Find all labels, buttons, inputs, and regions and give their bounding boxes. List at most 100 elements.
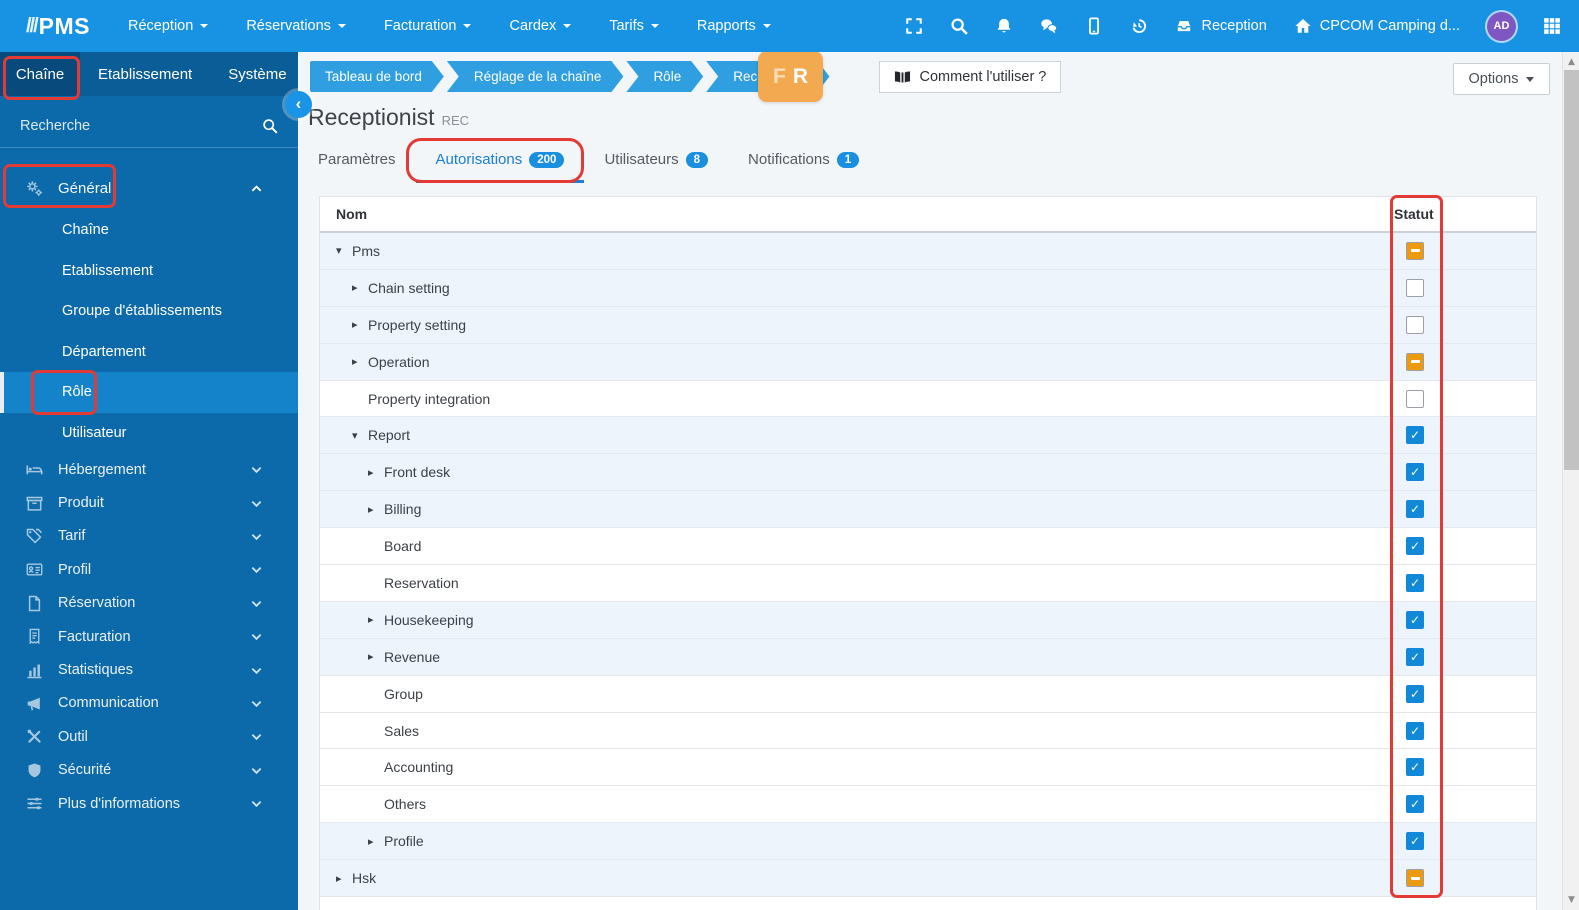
status-checkbox-checked[interactable] — [1406, 500, 1424, 519]
caret-down-icon[interactable]: ▾ — [352, 429, 368, 442]
status-checkbox-indeterminate[interactable] — [1406, 869, 1424, 888]
nav-menu-rapports[interactable]: Rapports — [697, 18, 771, 34]
caret-right-icon[interactable]: ▸ — [368, 835, 384, 848]
breadcrumb-item-3[interactable]: Rôle — [626, 61, 703, 92]
nav-menu-tarifs[interactable]: Tarifs — [609, 18, 659, 34]
permission-row-billing[interactable]: ▸ Billing — [320, 491, 1536, 529]
permission-row-group[interactable]: Group — [320, 675, 1536, 713]
sidebar-item-groupe-d-tablissements[interactable]: Groupe d'établissements — [0, 291, 298, 332]
sidebar-section-plus-d-informations[interactable]: Plus d'informations — [0, 787, 298, 820]
chat-icon[interactable] — [1040, 17, 1058, 35]
caret-right-icon[interactable]: ▸ — [368, 650, 384, 663]
tab-autorisations[interactable]: Autorisations 200 — [415, 140, 585, 183]
permission-row-revenue[interactable]: ▸ Revenue — [320, 638, 1536, 676]
status-checkbox-indeterminate[interactable] — [1406, 241, 1424, 260]
permission-row-property-setting[interactable]: ▸ Property setting — [320, 306, 1536, 344]
breadcrumb-item-2[interactable]: Réglage de la chaîne — [447, 61, 624, 92]
status-checkbox-checked[interactable] — [1406, 610, 1424, 629]
caret-right-icon[interactable]: ▸ — [352, 355, 368, 368]
user-avatar[interactable]: AD — [1487, 11, 1516, 41]
status-checkbox-empty[interactable] — [1406, 278, 1424, 297]
permission-row-board[interactable]: Board — [320, 528, 1536, 566]
status-checkbox-empty[interactable] — [1406, 389, 1424, 408]
fr-language-badge[interactable]: FR — [758, 51, 823, 102]
scroll-down-arrow[interactable]: ▼ — [1563, 892, 1579, 908]
nav-menu-cardex[interactable]: Cardex — [509, 18, 572, 34]
search-icon[interactable] — [262, 118, 278, 134]
fullscreen-icon[interactable] — [905, 17, 923, 35]
permission-row-operation[interactable]: ▸ Operation — [320, 343, 1536, 381]
sidebar-section-communication[interactable]: Communication — [0, 687, 298, 720]
app-logo[interactable]: /// PMS — [26, 13, 90, 40]
tablet-icon[interactable] — [1085, 17, 1103, 35]
tab-notifications[interactable]: Notifications 1 — [728, 140, 879, 183]
sidebar-tab-etablissement[interactable]: Etablissement — [80, 52, 210, 96]
caret-right-icon[interactable]: ▸ — [352, 318, 368, 331]
caret-right-icon[interactable]: ▸ — [336, 872, 352, 885]
sidebar-section-s-curit-[interactable]: Sécurité — [0, 754, 298, 787]
status-checkbox-checked[interactable] — [1406, 426, 1424, 445]
caret-right-icon[interactable]: ▸ — [368, 613, 384, 626]
sidebar-section-general[interactable]: Général — [0, 166, 298, 210]
permission-row-reservation[interactable]: Reservation — [320, 565, 1536, 602]
status-checkbox-checked[interactable] — [1406, 721, 1424, 740]
status-checkbox-checked[interactable] — [1406, 684, 1424, 703]
property-selector[interactable]: CPCOM Camping d... — [1294, 17, 1460, 35]
tab-paramètres[interactable]: Paramètres — [298, 140, 416, 183]
status-checkbox-checked[interactable] — [1406, 573, 1424, 592]
permission-row-profile[interactable]: ▸ Profile — [320, 823, 1536, 861]
sidebar-collapse-button[interactable]: ‹ — [285, 91, 312, 118]
permission-row-property-integration[interactable]: Property integration — [320, 380, 1536, 418]
sidebar-section-statistiques[interactable]: Statistiques — [0, 653, 298, 686]
history-icon[interactable] — [1130, 17, 1148, 35]
sidebar-section-h-bergement[interactable]: Hébergement — [0, 453, 298, 486]
status-checkbox-checked[interactable] — [1406, 647, 1424, 666]
tab-utilisateurs[interactable]: Utilisateurs 8 — [584, 140, 728, 183]
sidebar-section-r-servation[interactable]: Réservation — [0, 587, 298, 620]
permission-row-front-desk[interactable]: ▸ Front desk — [320, 454, 1536, 492]
sidebar-section-facturation[interactable]: Facturation — [0, 620, 298, 653]
status-checkbox-checked[interactable] — [1406, 832, 1424, 851]
permission-row-pms[interactable]: ▾ Pms — [320, 233, 1536, 270]
sidebar-section-outil[interactable]: Outil — [0, 720, 298, 753]
column-header-nom[interactable]: Nom — [320, 206, 1389, 222]
status-checkbox-checked[interactable] — [1406, 537, 1424, 556]
vertical-scrollbar[interactable]: ▲ ▼ — [1562, 52, 1579, 910]
caret-down-icon[interactable]: ▾ — [336, 244, 352, 257]
sidebar-item-utilisateur[interactable]: Utilisateur — [0, 413, 298, 454]
status-checkbox-indeterminate[interactable] — [1406, 352, 1424, 371]
breadcrumb-item-1[interactable]: Tableau de bord — [310, 61, 444, 92]
status-checkbox-checked[interactable] — [1406, 463, 1424, 482]
permission-row-sales[interactable]: Sales — [320, 712, 1536, 750]
workstation-selector[interactable]: Reception — [1175, 17, 1267, 35]
nav-menu-réception[interactable]: Réception — [128, 18, 209, 34]
sidebar-item-r-le[interactable]: Rôle — [0, 372, 298, 413]
nav-menu-facturation[interactable]: Facturation — [384, 18, 472, 34]
sidebar-section-tarif[interactable]: Tarif — [0, 520, 298, 553]
status-checkbox-empty[interactable] — [1406, 315, 1424, 334]
scroll-up-arrow[interactable]: ▲ — [1563, 54, 1579, 70]
permission-row-chain-setting[interactable]: ▸ Chain setting — [320, 269, 1536, 307]
apps-grid-icon[interactable] — [1543, 17, 1561, 35]
nav-menu-réservations[interactable]: Réservations — [246, 18, 346, 34]
bell-icon[interactable] — [995, 17, 1013, 35]
sidebar-tab-chaîne[interactable]: Chaîne — [0, 52, 80, 96]
status-checkbox-checked[interactable] — [1406, 795, 1424, 814]
sidebar-section-produit[interactable]: Produit — [0, 486, 298, 519]
help-button[interactable]: Comment l'utiliser ? — [878, 60, 1062, 93]
search-icon[interactable] — [950, 17, 969, 35]
sidebar-item-d-partement[interactable]: Département — [0, 332, 298, 373]
sidebar-section-profil[interactable]: Profil — [0, 553, 298, 586]
permission-row-hsk[interactable]: ▸ Hsk — [320, 860, 1536, 898]
permission-row-accounting[interactable]: Accounting — [320, 749, 1536, 787]
sidebar-item-cha-ne[interactable]: Chaîne — [0, 210, 298, 251]
permission-row-housekeeping[interactable]: ▸ Housekeeping — [320, 601, 1536, 639]
caret-right-icon[interactable]: ▸ — [368, 503, 384, 516]
permission-row-report[interactable]: ▾ Report — [320, 417, 1536, 455]
sidebar-item-etablissement[interactable]: Etablissement — [0, 251, 298, 292]
caret-right-icon[interactable]: ▸ — [352, 281, 368, 294]
status-checkbox-checked[interactable] — [1406, 758, 1424, 777]
caret-right-icon[interactable]: ▸ — [368, 466, 384, 479]
sidebar-tab-système[interactable]: Système — [210, 52, 304, 96]
scrollbar-thumb[interactable] — [1564, 70, 1579, 470]
